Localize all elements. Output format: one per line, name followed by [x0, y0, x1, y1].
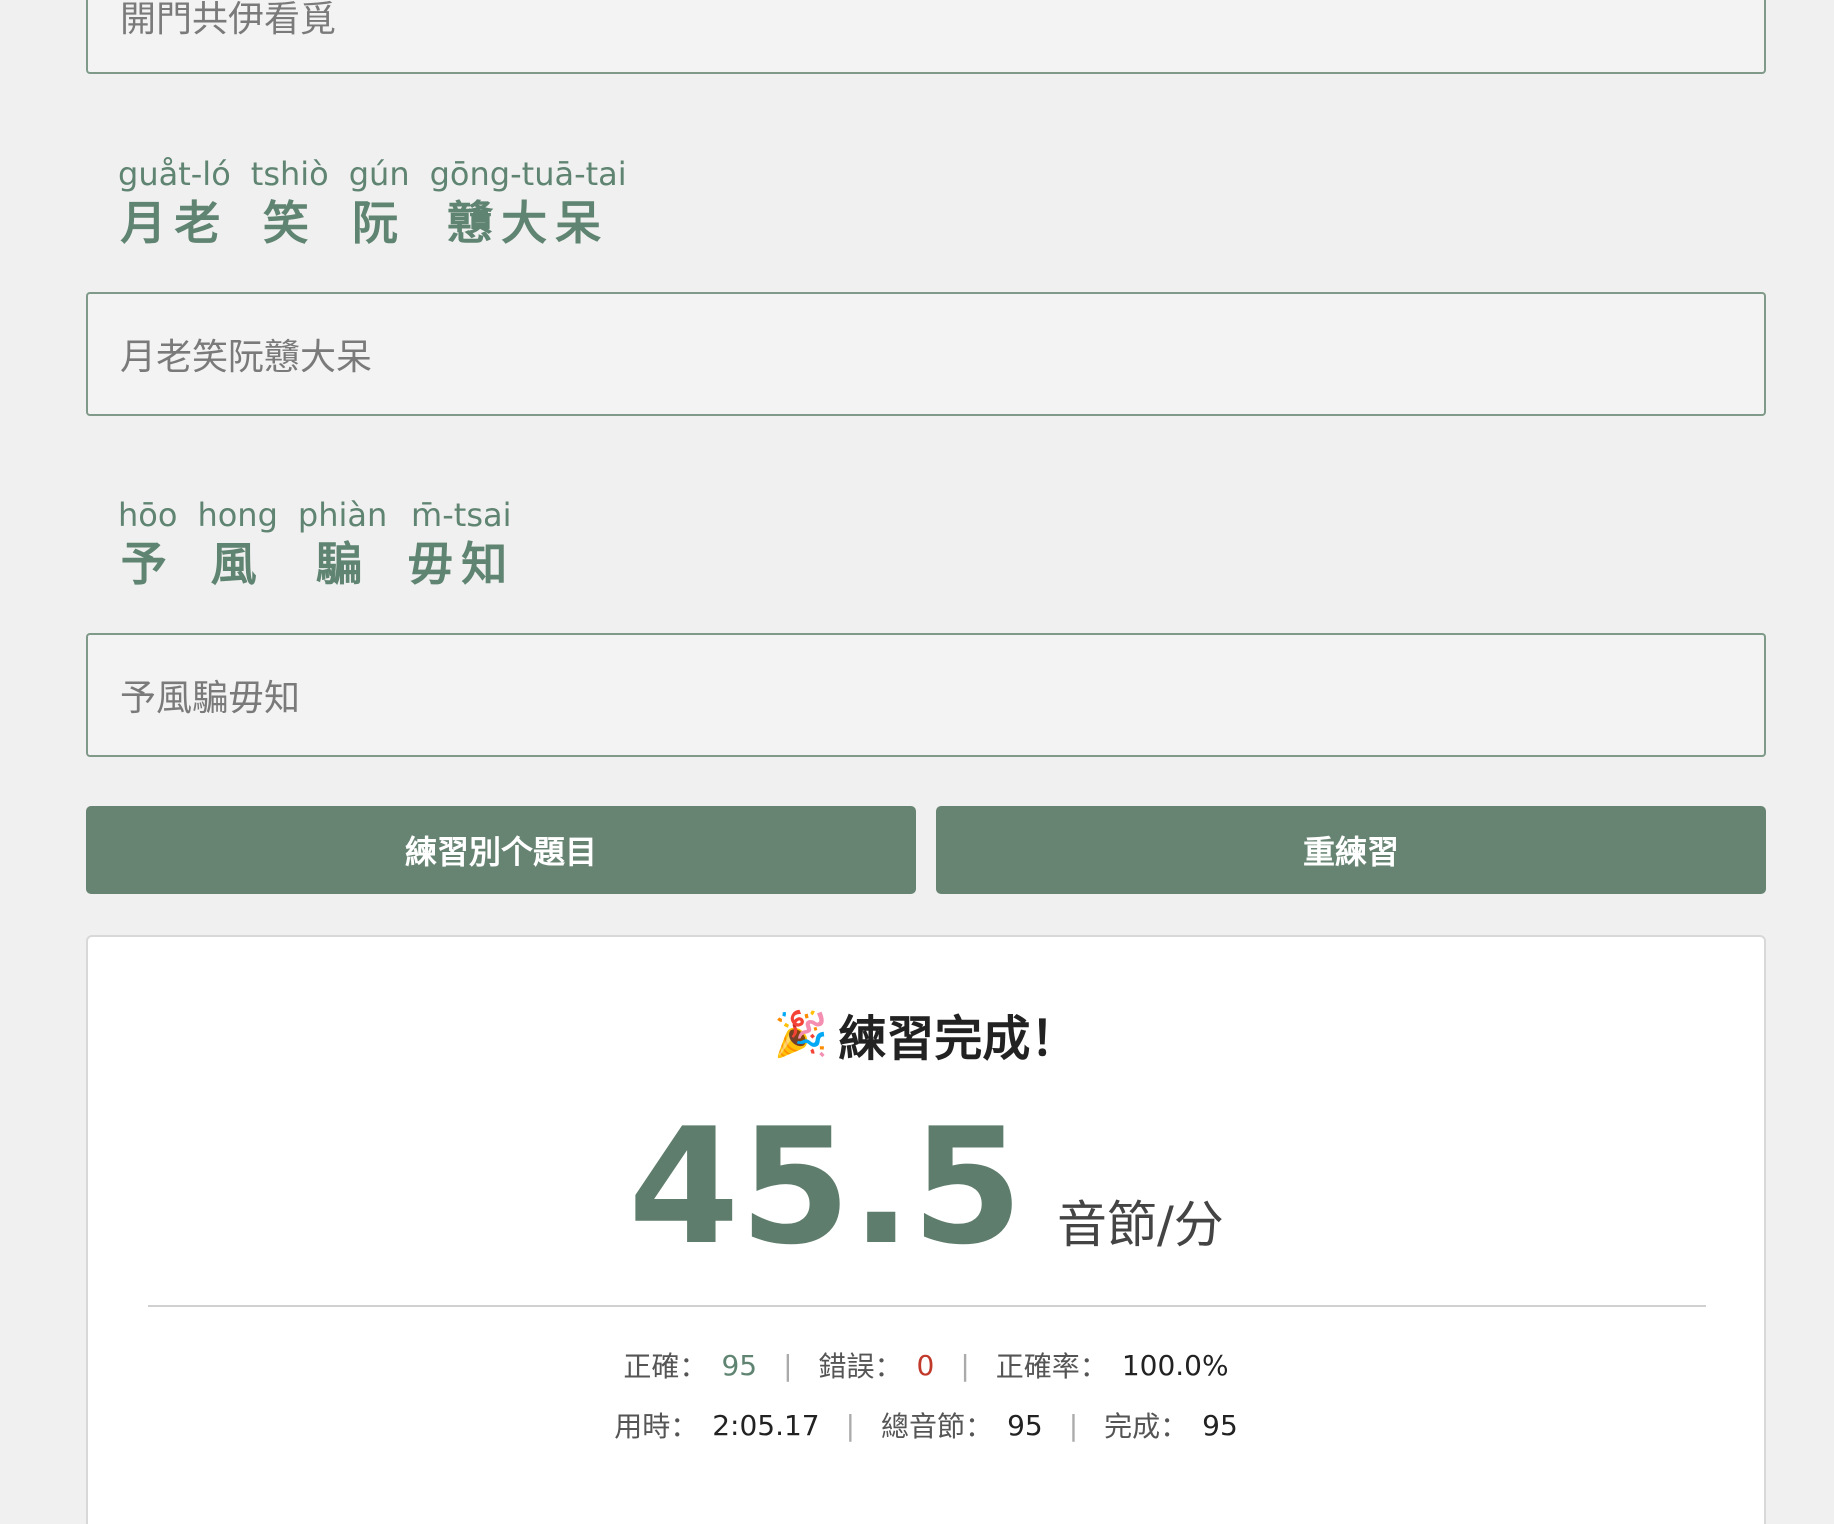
speed-value: 45.5: [628, 1093, 1023, 1280]
completed-value: 95: [1202, 1408, 1238, 1442]
romanization: gōng-tuā-tai: [429, 155, 627, 193]
romanization: hōo: [118, 496, 178, 534]
answer-input-1[interactable]: 開門共伊看覓: [86, 0, 1766, 74]
prompt-word: hōo 予: [118, 495, 177, 593]
other-topic-button[interactable]: 練習別个題目: [86, 806, 916, 894]
prompt-word: gún 阮: [349, 154, 410, 252]
party-popper-icon: 🎉: [773, 1009, 829, 1060]
prompt-word: gōng-tuā-tai 戇大呆: [430, 154, 627, 252]
error-value: 0: [916, 1348, 935, 1382]
practice-page: 開門共伊看覓 guåt-ló 月老 tshiò 笑 gún 阮 gōng-tuā…: [0, 0, 1834, 1524]
romanization: hong: [197, 496, 278, 534]
separator: |: [1068, 1408, 1079, 1442]
romanization: gún: [348, 155, 410, 193]
hanzi: 月老: [120, 196, 229, 250]
separator: |: [960, 1348, 970, 1382]
result-title-text: 練習完成！: [838, 1011, 1079, 1067]
speed-unit: 音節/分: [1056, 1196, 1224, 1254]
separator: |: [783, 1348, 793, 1382]
romanization: m̄-tsai: [411, 496, 512, 534]
correct-value: 95: [721, 1348, 758, 1382]
stats-row-2: 用時： 2:05.17 | 總音節： 95 | 完成： 95: [88, 1405, 1764, 1445]
prompt-word: tshiò 笑: [251, 154, 329, 252]
romanization: guåt-ló: [118, 155, 231, 193]
retry-button[interactable]: 重練習: [936, 806, 1766, 894]
answer-input-3[interactable]: 予風騙毋知: [86, 633, 1766, 757]
hanzi: 笑: [262, 196, 317, 250]
accuracy-label: 正確率：: [995, 1350, 1108, 1383]
result-title: 🎉 練習完成！: [88, 999, 1764, 1069]
prompt-line-3: hōo 予 hong 風 phiàn 騙 m̄-tsai 毋知: [118, 495, 515, 593]
hanzi: 毋知: [407, 537, 516, 591]
error-label: 錯誤：: [818, 1350, 903, 1383]
prompt-word: guåt-ló 月老: [118, 154, 231, 252]
hanzi: 騙: [315, 537, 370, 591]
divider: [148, 1305, 1706, 1307]
prompt-line-2: guåt-ló 月老 tshiò 笑 gún 阮 gōng-tuā-tai 戇大…: [118, 154, 627, 252]
total-syllables-value: 95: [1007, 1408, 1043, 1442]
romanization: tshiò: [250, 155, 329, 193]
hanzi: 予: [120, 537, 175, 591]
answer-input-2[interactable]: 月老笑阮戇大呆: [86, 292, 1766, 416]
time-value: 2:05.17: [712, 1408, 820, 1442]
separator: |: [845, 1408, 856, 1442]
prompt-word: phiàn 騙: [298, 495, 387, 593]
total-syllables-label: 總音節：: [881, 1410, 994, 1443]
hanzi: 風: [210, 537, 265, 591]
hanzi: 戇大呆: [447, 196, 610, 250]
correct-label: 正確：: [623, 1350, 708, 1383]
result-panel: 🎉 練習完成！ 45.5 音節/分 正確： 95 | 錯誤： 0 | 正確率： …: [86, 935, 1766, 1524]
romanization: phiàn: [297, 496, 388, 534]
speed-display: 45.5 音節/分: [88, 1107, 1764, 1267]
accuracy-value: 100.0%: [1121, 1348, 1229, 1382]
prompt-word: hong 風: [197, 495, 277, 593]
stats-row-1: 正確： 95 | 錯誤： 0 | 正確率： 100.0%: [88, 1345, 1764, 1385]
completed-label: 完成：: [1104, 1410, 1189, 1443]
hanzi: 阮: [352, 196, 407, 250]
time-label: 用時：: [614, 1410, 699, 1443]
prompt-word: m̄-tsai 毋知: [407, 495, 515, 593]
